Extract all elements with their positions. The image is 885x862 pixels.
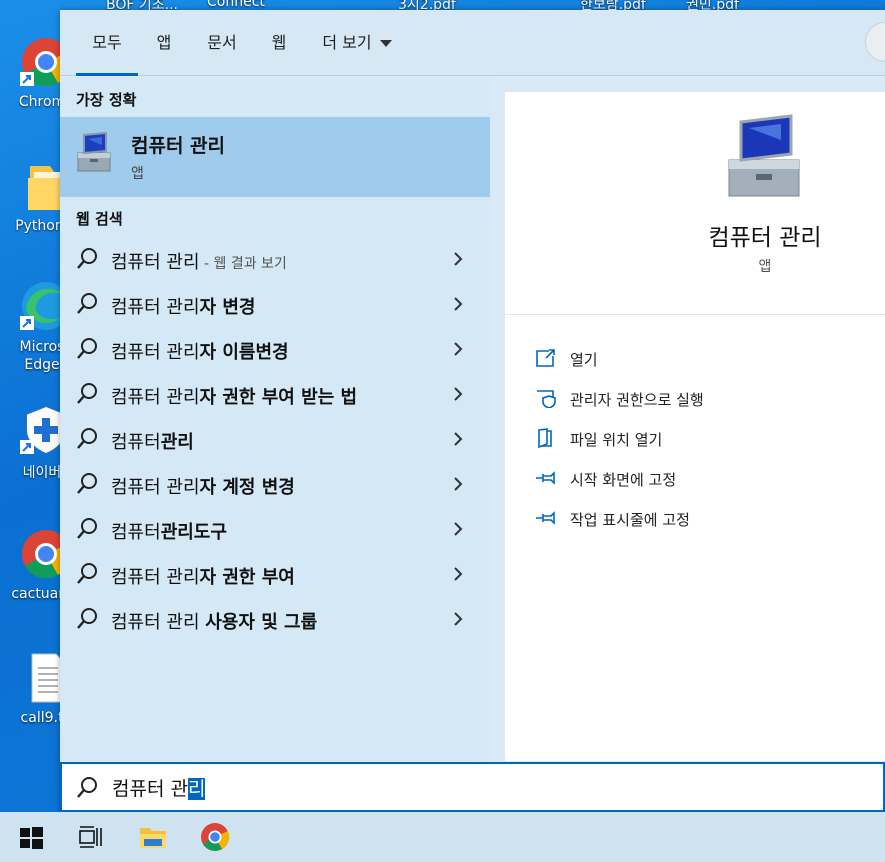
tab-documents[interactable]: 문서 [198, 10, 246, 76]
detail-title: 컴퓨터 관리 [708, 225, 822, 251]
search-input[interactable]: 컴퓨터 관리 [60, 762, 885, 812]
web-result-text: 컴퓨터 관리자 권한 부여 받는 법 [111, 387, 358, 408]
action-label: 작업 표시줄에 고정 [570, 511, 690, 529]
action-label: 파일 위치 열기 [570, 431, 663, 449]
action-label: 시작 화면에 고정 [570, 471, 677, 489]
web-result-row[interactable]: 컴퓨터 관리자 변경 [60, 282, 490, 327]
desktop-file-label[interactable]: Connect [207, 0, 265, 10]
computer-management-icon [77, 131, 111, 172]
action-label: 관리자 권한으로 실행 [570, 391, 704, 409]
chevron-right-icon [454, 297, 463, 311]
web-result-row[interactable]: 컴퓨터 관리자 권한 부여 [60, 552, 490, 597]
chevron-right-icon [454, 567, 463, 581]
web-result-text: 컴퓨터관리도구 [111, 522, 227, 543]
web-result-text: 컴퓨터 관리자 이름변경 [111, 342, 289, 363]
chevron-right-icon [454, 612, 463, 626]
web-result-row[interactable]: 컴퓨터 관리 - 웹 결과 보기 [60, 237, 490, 282]
action-open[interactable]: 열기 [535, 344, 875, 374]
chevron-right-icon [454, 342, 463, 356]
web-result-text: 컴퓨터 관리 사용자 및 그룹 [111, 612, 318, 633]
search-icon [77, 428, 97, 449]
web-result-row[interactable]: 컴퓨터 관리 사용자 및 그룹 [60, 597, 490, 642]
divider [505, 314, 885, 315]
file-location-icon [538, 428, 552, 448]
web-result-row[interactable]: 컴퓨터 관리자 이름변경 [60, 327, 490, 372]
tab-more-label: 더 보기 [322, 33, 372, 52]
best-match-result[interactable]: 컴퓨터 관리 앱 [60, 117, 490, 197]
chevron-down-icon [379, 40, 392, 47]
windows-start-icon[interactable] [16, 822, 46, 852]
action-run-as-admin[interactable]: 관리자 권한으로 실행 [535, 384, 875, 414]
web-result-row[interactable]: 컴퓨터관리도구 [60, 507, 490, 552]
search-icon [77, 777, 97, 798]
results-pane: 가장 정확 컴퓨터 관리 앱 웹 검색 컴퓨터 관리 - 웹 결과 보기 컴퓨터… [60, 77, 490, 761]
action-pin-to-taskbar[interactable]: 작업 표시줄에 고정 [535, 504, 875, 534]
search-icon [77, 338, 97, 359]
best-match-subtitle: 앱 [131, 166, 144, 182]
tab-more[interactable]: 더 보기 [312, 10, 402, 76]
chevron-right-icon [454, 252, 463, 266]
web-result-text: 컴퓨터관리 [111, 432, 194, 453]
taskbar [0, 812, 885, 862]
search-icon [77, 563, 97, 584]
best-match-heading: 가장 정확 [76, 91, 137, 109]
web-result-row[interactable]: 컴퓨터 관리자 권한 부여 받는 법 [60, 372, 490, 417]
pin-icon [536, 471, 555, 485]
search-icon [77, 518, 97, 539]
task-view-icon[interactable] [76, 822, 106, 852]
web-search-heading: 웹 검색 [76, 210, 123, 228]
avatar[interactable] [865, 22, 885, 62]
action-label: 열기 [570, 351, 598, 369]
action-pin-to-start[interactable]: 시작 화면에 고정 [535, 464, 875, 494]
search-query: 컴퓨터 관리 [112, 778, 206, 800]
tab-web[interactable]: 웹 [260, 10, 298, 76]
tab-all[interactable]: 모두 [76, 10, 138, 76]
search-filter-tabs: 모두 앱 문서 웹 더 보기 [60, 10, 885, 76]
computer-management-icon [728, 114, 800, 197]
web-result-text: 컴퓨터 관리자 변경 [111, 297, 256, 318]
search-icon [77, 293, 97, 314]
chevron-right-icon [454, 522, 463, 536]
detail-type: 앱 [758, 259, 772, 275]
selected-text: 리 [187, 778, 206, 800]
admin-shield-icon [537, 390, 556, 408]
action-open-file-location[interactable]: 파일 위치 열기 [535, 424, 875, 454]
web-result-text: 컴퓨터 관리자 권한 부여 [111, 567, 295, 588]
web-result-row[interactable]: 컴퓨터 관리자 계정 변경 [60, 462, 490, 507]
search-icon [77, 383, 97, 404]
search-icon [77, 248, 97, 269]
file-explorer-icon[interactable] [138, 822, 168, 852]
tab-apps[interactable]: 앱 [146, 10, 182, 76]
search-icon [77, 608, 97, 629]
chevron-right-icon [454, 432, 463, 446]
chrome-icon[interactable] [200, 822, 230, 852]
chevron-right-icon [454, 477, 463, 491]
web-result-row[interactable]: 컴퓨터관리 [60, 417, 490, 462]
best-match-title: 컴퓨터 관리 [131, 135, 226, 157]
chevron-right-icon [454, 387, 463, 401]
open-icon [536, 349, 555, 367]
result-detail-pane: 컴퓨터 관리 앱 열기 관리자 권한으로 실행 파일 위치 열기 시작 화면에 … [505, 92, 885, 761]
search-icon [77, 473, 97, 494]
web-result-text: 컴퓨터 관리 - 웹 결과 보기 [111, 252, 287, 273]
web-result-text: 컴퓨터 관리자 계정 변경 [111, 477, 295, 498]
pin-icon [536, 511, 555, 525]
start-search-panel: 모두 앱 문서 웹 더 보기 가장 정확 컴퓨터 관리 앱 웹 검색 컴퓨터 관… [60, 10, 885, 812]
